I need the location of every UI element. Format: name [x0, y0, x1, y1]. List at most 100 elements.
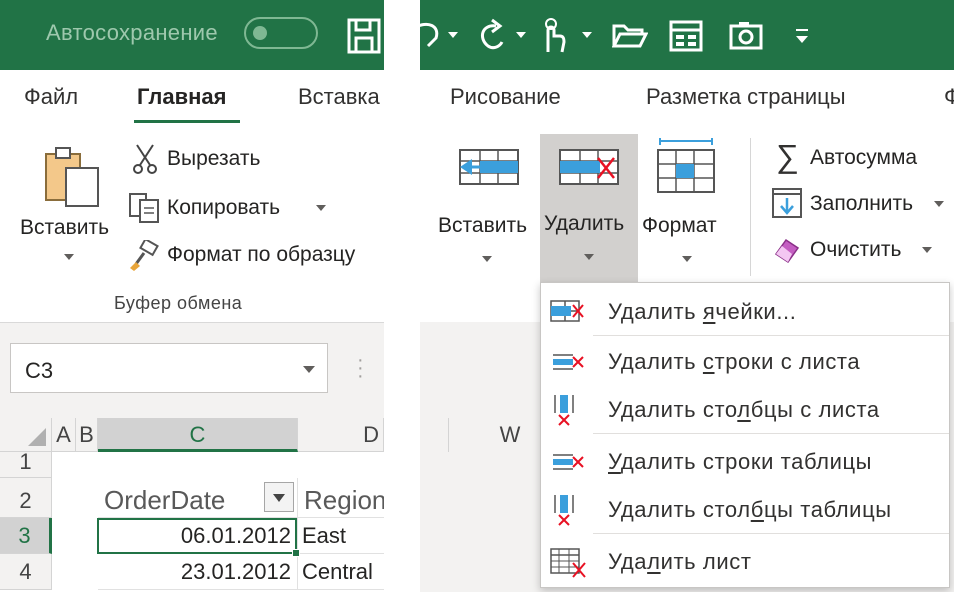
menu-item-delete-table-rows[interactable]: Удалить строки таблицы — [541, 437, 949, 487]
menu-item-delete-table-rows-label: Удалить строки таблицы — [608, 449, 873, 474]
copy-icon — [129, 193, 159, 223]
chevron-down-icon — [273, 494, 285, 502]
touch-caret-icon[interactable] — [582, 32, 592, 38]
delete-cells-small-icon — [550, 300, 584, 322]
redo-icon[interactable] — [476, 16, 510, 56]
active-cell-border — [97, 518, 297, 554]
filter-dropdown-button[interactable] — [264, 482, 294, 512]
delete-table-columns-icon — [554, 495, 574, 526]
autosave-toggle[interactable] — [244, 17, 318, 49]
undo-caret-icon[interactable] — [448, 32, 458, 38]
row-header-4[interactable]: 4 — [0, 554, 52, 590]
tab-home[interactable]: Главная — [137, 84, 226, 110]
panel-gap — [384, 66, 420, 592]
autosum-icon: ∑ — [776, 138, 799, 174]
autosum-button[interactable]: Автосумма — [810, 146, 917, 170]
touch-mode-icon[interactable] — [538, 16, 568, 56]
name-box-chevron-down-icon[interactable] — [303, 366, 315, 373]
column-header-a[interactable]: A — [52, 418, 76, 452]
menu-item-delete-sheet-columns-label: Удалить столбцы с листа — [608, 397, 880, 422]
delete-cells-button[interactable]: Удалить — [540, 134, 638, 284]
tab-insert[interactable]: Вставка — [298, 84, 380, 110]
open-folder-icon[interactable] — [612, 16, 648, 56]
clear-caret-icon[interactable] — [922, 247, 932, 253]
cell-region-header[interactable]: Region — [298, 478, 384, 518]
eraser-icon — [774, 238, 800, 264]
more-options-icon[interactable]: · · · — [357, 350, 364, 386]
menu-item-delete-table-columns[interactable]: Удалить столбцы таблицы — [541, 485, 949, 535]
insert-cells-label: Вставить — [438, 214, 528, 237]
row-header-1[interactable]: 1 — [0, 451, 52, 478]
menu-item-delete-cells-label: Удалить ячейки... — [608, 299, 797, 324]
menu-item-delete-sheet-label: Удалить лист — [608, 549, 752, 574]
tab-page-layout[interactable]: Разметка страницы — [646, 84, 846, 110]
delete-cells-label: Удалить — [544, 212, 625, 235]
paste-icon — [45, 147, 99, 207]
row-header-2[interactable]: 2 — [0, 478, 52, 518]
tab-formulas-partial[interactable]: Ф — [944, 84, 954, 110]
paste-label: Вставить — [20, 216, 110, 239]
format-cells-button[interactable]: Формат — [638, 136, 736, 286]
menu-item-delete-sheet-rows[interactable]: Удалить строки с листа — [541, 337, 949, 387]
column-header-b[interactable]: B — [76, 418, 98, 452]
scissors-icon — [133, 144, 157, 174]
menu-item-delete-table-columns-label: Удалить столбцы таблицы — [608, 497, 892, 522]
delete-rows-icon — [553, 354, 584, 370]
menu-item-delete-sheet[interactable]: Удалить лист — [541, 537, 949, 587]
active-tab-underline — [134, 120, 240, 123]
clipboard-group-label: Буфер обмена — [114, 293, 243, 313]
menu-separator — [593, 533, 949, 534]
menu-item-delete-cells[interactable]: Удалить ячейки... — [541, 287, 949, 337]
save-icon[interactable] — [346, 16, 382, 56]
title-bar-right — [420, 0, 954, 70]
delete-cells-icon — [559, 149, 619, 185]
fill-caret-icon[interactable] — [934, 201, 944, 207]
tab-draw[interactable]: Рисование — [450, 84, 561, 110]
name-box[interactable]: C3 — [10, 343, 328, 393]
camera-icon[interactable] — [728, 16, 764, 56]
autosave-label: Автосохранение — [46, 20, 218, 45]
group-separator — [750, 138, 751, 276]
column-header-c[interactable]: C — [98, 418, 298, 452]
form-icon[interactable] — [668, 16, 704, 56]
clear-button[interactable]: Очистить — [810, 238, 901, 262]
menu-separator — [593, 433, 949, 434]
delete-table-rows-icon — [553, 454, 584, 470]
delete-columns-icon — [554, 395, 574, 426]
right-screenshot-panel: Рисование Разметка страницы Ф Вставить У… — [420, 0, 954, 592]
orderdate-header-text: OrderDate — [104, 485, 226, 515]
name-box-value: C3 — [25, 358, 54, 383]
autosave-knob — [253, 26, 267, 40]
paste-caret-icon — [64, 254, 74, 260]
cell-d3[interactable]: East — [298, 518, 384, 554]
tab-file[interactable]: Файл — [24, 84, 78, 110]
insert-cells-icon — [459, 149, 519, 185]
copy-button[interactable]: Копировать — [167, 196, 280, 220]
fill-down-icon — [772, 188, 802, 218]
insert-cells-caret-icon — [482, 256, 492, 262]
menu-item-delete-sheet-columns[interactable]: Удалить столбцы с листа — [541, 385, 949, 435]
cell-d4[interactable]: Central — [298, 554, 384, 590]
cut-button[interactable]: Вырезать — [167, 147, 260, 171]
fill-button[interactable]: Заполнить — [810, 192, 913, 216]
format-cells-icon — [657, 138, 715, 193]
redo-caret-icon[interactable] — [516, 32, 526, 38]
format-painter-button[interactable]: Формат по образцу — [167, 243, 355, 267]
undo-icon[interactable] — [420, 16, 450, 56]
menu-item-delete-sheet-rows-label: Удалить строки с листа — [608, 349, 861, 374]
customize-toolbar-icon[interactable] — [792, 16, 812, 56]
row-header-3[interactable]: 3 — [0, 518, 52, 554]
format-cells-label: Формат — [642, 214, 717, 237]
delete-cells-caret-icon — [584, 254, 594, 260]
select-all-triangle-icon — [28, 428, 46, 446]
select-all-corner[interactable] — [0, 418, 52, 452]
insert-cells-button[interactable]: Вставить — [436, 136, 540, 286]
left-screenshot-panel: Автосохранение Файл Главная Вставка Вста… — [0, 0, 384, 592]
region-header-text: Region — [304, 485, 384, 515]
fill-handle[interactable] — [292, 549, 300, 557]
delete-sheet-icon — [550, 548, 586, 578]
paste-button[interactable]: Вставить — [14, 140, 124, 280]
copy-caret-icon[interactable] — [316, 205, 326, 211]
column-header-d[interactable]: D — [298, 418, 384, 452]
cell-c4[interactable]: 23.01.2012 — [98, 554, 298, 590]
